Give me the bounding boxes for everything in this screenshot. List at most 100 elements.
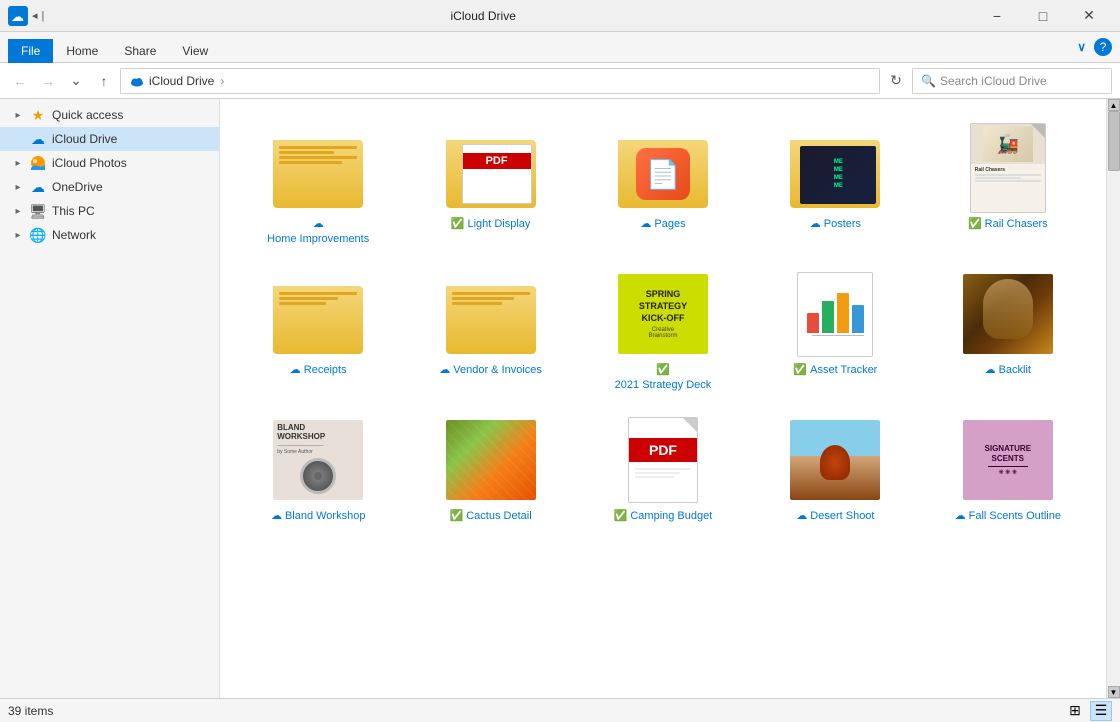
title-bar: ☁ ◂ | iCloud Drive − □ ✕	[0, 0, 1120, 32]
cloud-status-icon-8: ☁	[796, 509, 807, 522]
dropdown-recent-button[interactable]: ⌄	[64, 69, 88, 93]
title-bar-title: iCloud Drive	[0, 9, 974, 23]
file-item-fall-scents[interactable]: SIGNATURESCENTS ❋ ❋ ❋ ☁ Fall Scents Outl…	[926, 407, 1090, 530]
sidebar-item-icloud-drive[interactable]: ▸ ☁ iCloud Drive	[0, 127, 219, 151]
file-item-asset-tracker[interactable]: ✅ Asset Tracker	[753, 261, 917, 399]
cloud-status-icon-2: ☁	[640, 217, 651, 230]
large-icons-view-btn[interactable]: ⊞	[1064, 701, 1086, 721]
details-view-btn[interactable]: ☰	[1090, 701, 1112, 721]
sidebar-label-quick-access: Quick access	[52, 108, 123, 122]
sidebar-item-quick-access[interactable]: ▸ ★ Quick access	[0, 103, 219, 127]
search-placeholder: Search iCloud Drive	[940, 74, 1047, 88]
expand-icon-6: ▸	[12, 229, 24, 241]
search-box[interactable]: 🔍 Search iCloud Drive	[912, 68, 1112, 94]
thumb-cactus-detail	[441, 415, 541, 505]
label-camping-budget: ✅ Camping Budget	[614, 509, 713, 522]
thumb-rail-chasers: 🚂 Rail Chasers	[958, 123, 1058, 213]
thumb-bland-workshop: BLANDWORKSHOP ─────────────by Some Autho…	[268, 415, 368, 505]
file-item-light-display[interactable]: PDF ✅ Light Display	[408, 115, 572, 253]
sidebar-label-network: Network	[52, 228, 96, 242]
expand-icon-5: ▸	[12, 205, 24, 217]
ribbon-expand[interactable]: ∨	[1069, 36, 1094, 58]
sidebar-item-onedrive[interactable]: ▸ ☁ OneDrive	[0, 175, 219, 199]
label-receipts: ☁ Receipts	[290, 363, 347, 376]
close-button[interactable]: ✕	[1066, 0, 1112, 32]
refresh-button[interactable]: ↻	[884, 69, 908, 93]
back-button[interactable]: ←	[8, 69, 32, 93]
file-item-pages[interactable]: 📄 ☁ Pages	[581, 115, 745, 253]
sidebar-item-network[interactable]: ▸ 🌐 Network	[0, 223, 219, 247]
scrollbar[interactable]: ▲ ▼	[1106, 99, 1120, 698]
thumb-fall-scents: SIGNATURESCENTS ❋ ❋ ❋	[958, 415, 1058, 505]
thumb-strategy-deck: SPRINGSTRATEGYKICK-OFF CreativeBrainstor…	[613, 269, 713, 359]
expand-icon: ▸	[12, 109, 24, 121]
thumb-vendor-invoices	[441, 269, 541, 359]
breadcrumb-arrow: ›	[220, 74, 224, 88]
file-item-camping-budget[interactable]: PDF ✅ Camping Budget	[581, 407, 745, 530]
forward-button[interactable]: →	[36, 69, 60, 93]
cloud-status-icon-3: ☁	[810, 217, 821, 230]
cloud-breadcrumb-icon	[129, 73, 145, 89]
cloud-status-icon: ☁	[313, 217, 324, 230]
minimize-button[interactable]: −	[974, 0, 1020, 32]
cloud-status-icon-5: ☁	[439, 363, 450, 376]
breadcrumb[interactable]: iCloud Drive ›	[120, 68, 880, 94]
tab-share[interactable]: Share	[111, 39, 169, 62]
label-posters: ☁ Posters	[810, 217, 861, 230]
sync-status-icon: ✅	[451, 217, 465, 230]
photos-icon	[30, 155, 46, 171]
expand-icon-2: ▸	[12, 133, 24, 145]
star-icon: ★	[30, 107, 46, 123]
scroll-thumb[interactable]	[1108, 111, 1120, 171]
ribbon: File Home Share View ∨ ?	[0, 32, 1120, 63]
thumb-receipts	[268, 269, 368, 359]
view-controls: ⊞ ☰	[1064, 701, 1112, 721]
help-button[interactable]: ?	[1094, 38, 1112, 56]
sidebar-label-this-pc: This PC	[52, 204, 95, 218]
file-item-strategy-deck[interactable]: SPRINGSTRATEGYKICK-OFF CreativeBrainstor…	[581, 261, 745, 399]
up-button[interactable]: ↑	[92, 69, 116, 93]
tab-file[interactable]: File	[8, 39, 53, 63]
file-item-bland-workshop[interactable]: BLANDWORKSHOP ─────────────by Some Autho…	[236, 407, 400, 530]
sidebar-label-icloud-photos: iCloud Photos	[52, 156, 127, 170]
tab-home[interactable]: Home	[53, 39, 111, 62]
file-item-desert-shoot[interactable]: ☁ Desert Shoot	[753, 407, 917, 530]
ribbon-tabs: File Home Share View ∨ ?	[0, 32, 1120, 62]
file-item-cactus-detail[interactable]: ✅ Cactus Detail	[408, 407, 572, 530]
breadcrumb-text: iCloud Drive	[149, 74, 214, 88]
label-rail-chasers: ✅ Rail Chasers	[968, 217, 1048, 230]
file-item-backlit[interactable]: ☁ Backlit	[926, 261, 1090, 399]
sync-status-icon-6: ✅	[614, 509, 628, 522]
cloud-status-icon-6: ☁	[985, 363, 996, 376]
thumb-desert-shoot	[785, 415, 885, 505]
expand-icon-3: ▸	[12, 157, 24, 169]
file-item-vendor-invoices[interactable]: ☁ Vendor & Invoices	[408, 261, 572, 399]
cloud-status-icon-4: ☁	[290, 363, 301, 376]
sync-status-icon-2: ✅	[968, 217, 982, 230]
thumb-light-display: PDF	[441, 123, 541, 213]
scroll-up-btn[interactable]: ▲	[1108, 99, 1120, 111]
sidebar: ▸ ★ Quick access ▸ ☁ iCloud Drive ▸ iClo…	[0, 99, 220, 698]
sidebar-item-icloud-photos[interactable]: ▸ iCloud Photos	[0, 151, 219, 175]
search-icon: 🔍	[921, 74, 936, 88]
file-item-rail-chasers[interactable]: 🚂 Rail Chasers ✅ Rail Chasers	[926, 115, 1090, 253]
file-item-home-improvements[interactable]: ☁ Home Improvements	[236, 115, 400, 253]
sidebar-item-this-pc[interactable]: ▸ 🖥 This PC	[0, 199, 219, 223]
label-asset-tracker: ✅ Asset Tracker	[793, 363, 877, 376]
label-cactus-detail: ✅ Cactus Detail	[450, 509, 532, 522]
thumb-backlit	[958, 269, 1058, 359]
tab-view[interactable]: View	[169, 39, 221, 62]
maximize-button[interactable]: □	[1020, 0, 1066, 32]
item-count: 39 items	[8, 704, 53, 718]
cloud-status-icon-7: ☁	[271, 509, 282, 522]
sync-status-icon-4: ✅	[793, 363, 807, 376]
address-bar: ← → ⌄ ↑ iCloud Drive › ↻ 🔍 Search iCloud…	[0, 63, 1120, 99]
file-item-receipts[interactable]: ☁ Receipts	[236, 261, 400, 399]
thumb-pages: 📄	[613, 123, 713, 213]
scroll-down-btn[interactable]: ▼	[1108, 686, 1120, 698]
file-item-posters[interactable]: MEMEMEME ☁ Posters	[753, 115, 917, 253]
cloud-icon: ☁	[30, 131, 46, 147]
cloud-status-icon-9: ☁	[955, 509, 966, 522]
thumb-asset-tracker	[785, 269, 885, 359]
main-area: ▸ ★ Quick access ▸ ☁ iCloud Drive ▸ iClo…	[0, 99, 1120, 698]
